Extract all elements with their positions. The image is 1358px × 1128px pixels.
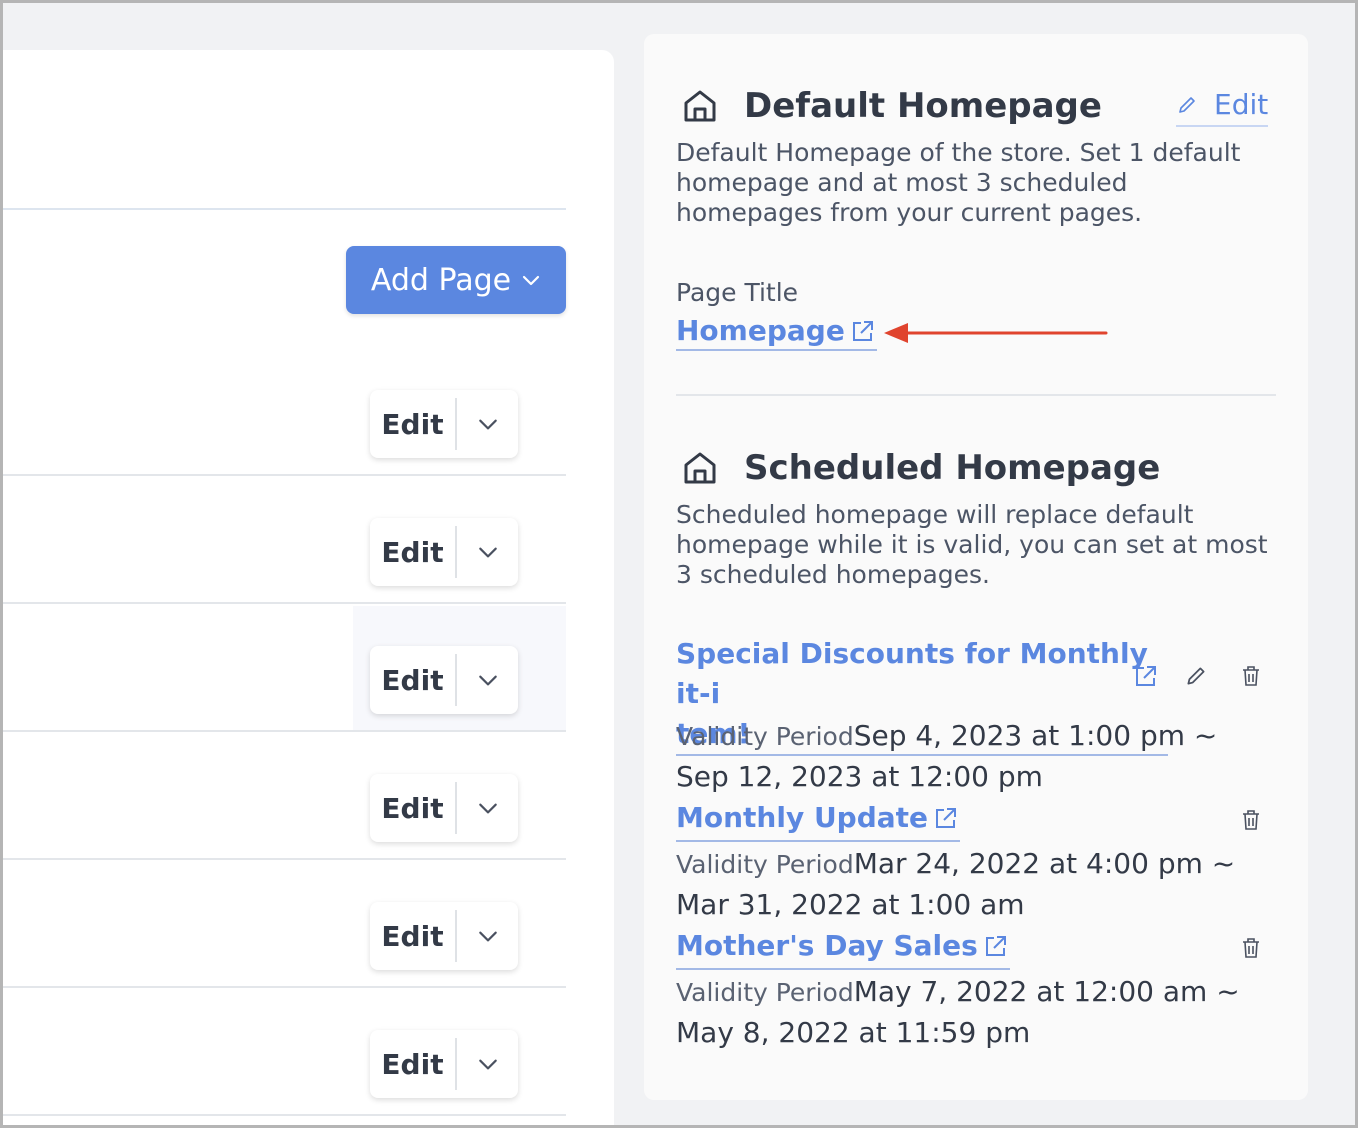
annotation-arrow [884,323,1108,343]
edit-split-button: Edit [370,774,518,842]
edit-button[interactable]: Edit [370,646,455,714]
page-list-panel: Add Page Edit Edit Edit Edit Edit Edit [3,50,614,1128]
home-icon [684,452,716,484]
add-page-button[interactable]: Add Page [346,246,566,314]
more-actions-button[interactable] [457,518,518,586]
validity-period: Validity PeriodSep 4, 2023 at 1:00 pm ~ … [676,716,1276,797]
page-row: Edit [3,478,566,604]
chevron-down-icon [478,803,497,814]
chevron-down-icon [478,419,497,430]
edit-split-button: Edit [370,1030,518,1098]
chevron-down-icon [478,1059,497,1070]
divider [3,208,566,210]
edit-button[interactable]: Edit [370,518,455,586]
edit-split-button: Edit [370,902,518,970]
page-row: Edit [3,606,566,732]
scheduled-page-link[interactable]: Monthly Update [676,798,961,842]
section-title: Scheduled Homepage [744,448,1161,488]
edit-label: Edit [1214,88,1269,121]
external-link-icon [985,936,1006,956]
external-link-icon [852,320,873,341]
more-actions-button[interactable] [457,390,518,458]
more-actions-button[interactable] [457,774,518,842]
pencil-icon [1179,96,1195,113]
chevron-down-icon [478,547,497,558]
default-homepage-description: Default Homepage of the store. Set 1 def… [676,138,1241,227]
external-link-icon[interactable] [1132,662,1160,690]
edit-button[interactable]: Edit [370,774,455,842]
link-text-line: Special Discounts for Monthly it-i [676,637,1148,710]
page-row: Edit [3,350,566,476]
more-actions-button[interactable] [457,1030,518,1098]
homepage-link-text: Homepage [676,314,845,347]
page-row: Edit [3,862,566,988]
edit-split-button: Edit [370,390,518,458]
validity-label: Validity Period [676,850,854,879]
add-page-label: Add Page [370,262,512,298]
scheduled-homepage-description: Scheduled homepage will replace default … [676,500,1268,589]
validity-label: Validity Period [676,978,854,1007]
default-homepage-header: Default Homepage [680,86,1102,126]
section-title: Default Homepage [744,86,1102,126]
edit-button[interactable]: Edit [370,1030,455,1098]
divider [676,394,1276,396]
link-text: Monthly Update [676,801,929,834]
homepage-settings-panel: Default Homepage Edit Default Homepage o… [644,34,1308,1100]
edit-default-homepage-button[interactable]: Edit [1176,88,1269,127]
edit-split-button: Edit [370,518,518,586]
link-text: Mother's Day Sales [676,929,978,962]
chevron-down-icon [478,931,497,942]
scheduled-page-link[interactable]: Mother's Day Sales [676,926,1010,970]
scheduled-homepage-header: Scheduled Homepage [680,448,1160,488]
page-row: Edit [3,990,566,1116]
validity-period: Validity PeriodMar 24, 2022 at 4:00 pm ~… [676,844,1276,925]
page-title-label: Page Title [676,278,799,307]
edit-button[interactable]: Edit [370,902,455,970]
home-icon [684,90,716,122]
chevron-down-icon [523,275,540,286]
page-row: Edit [3,734,566,860]
trash-icon[interactable] [1240,664,1262,688]
more-actions-button[interactable] [457,902,518,970]
more-actions-button[interactable] [457,646,518,714]
chevron-down-icon [478,675,497,686]
homepage-link[interactable]: Homepage [676,314,877,351]
edit-button[interactable]: Edit [370,390,455,458]
validity-period: Validity PeriodMay 7, 2022 at 12:00 am ~… [676,972,1276,1053]
trash-icon[interactable] [1240,808,1262,832]
pencil-icon[interactable] [1184,664,1208,688]
validity-label: Validity Period [676,722,854,751]
external-link-icon [936,808,957,828]
edit-split-button: Edit [370,646,518,714]
trash-icon[interactable] [1240,936,1262,960]
